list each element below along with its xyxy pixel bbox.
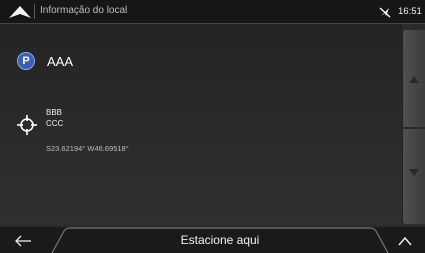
crosshair-icon — [17, 115, 37, 135]
address-line-2: CCC — [46, 119, 64, 128]
top-bar: Informação do local 16:51 — [0, 0, 425, 24]
scroll-up-icon — [409, 76, 419, 83]
park-here-label: Estacione aqui — [180, 233, 260, 247]
parking-icon: P — [17, 52, 35, 70]
gps-off-icon — [379, 7, 391, 18]
clock: 16:51 — [398, 6, 422, 17]
scroll-down-button[interactable] — [402, 129, 425, 224]
page-title: Informação do local — [40, 5, 128, 16]
address-line-1: BBB — [46, 108, 63, 117]
home-arrow-icon[interactable] — [7, 4, 33, 19]
coordinates: S23.62194° W46.69518° — [46, 144, 129, 153]
chevron-up-icon[interactable] — [398, 236, 412, 246]
place-name: AAA — [47, 54, 74, 69]
back-icon[interactable] — [14, 235, 32, 247]
divider — [34, 4, 35, 19]
scroll-up-button[interactable] — [402, 30, 425, 127]
place-info-panel: P AAA BBB CCC S23.62194° W46.69518° — [0, 24, 402, 225]
park-here-button[interactable]: Estacione aqui — [50, 227, 390, 253]
scroll-down-icon — [409, 169, 419, 176]
bottom-bar: Estacione aqui — [0, 227, 425, 253]
